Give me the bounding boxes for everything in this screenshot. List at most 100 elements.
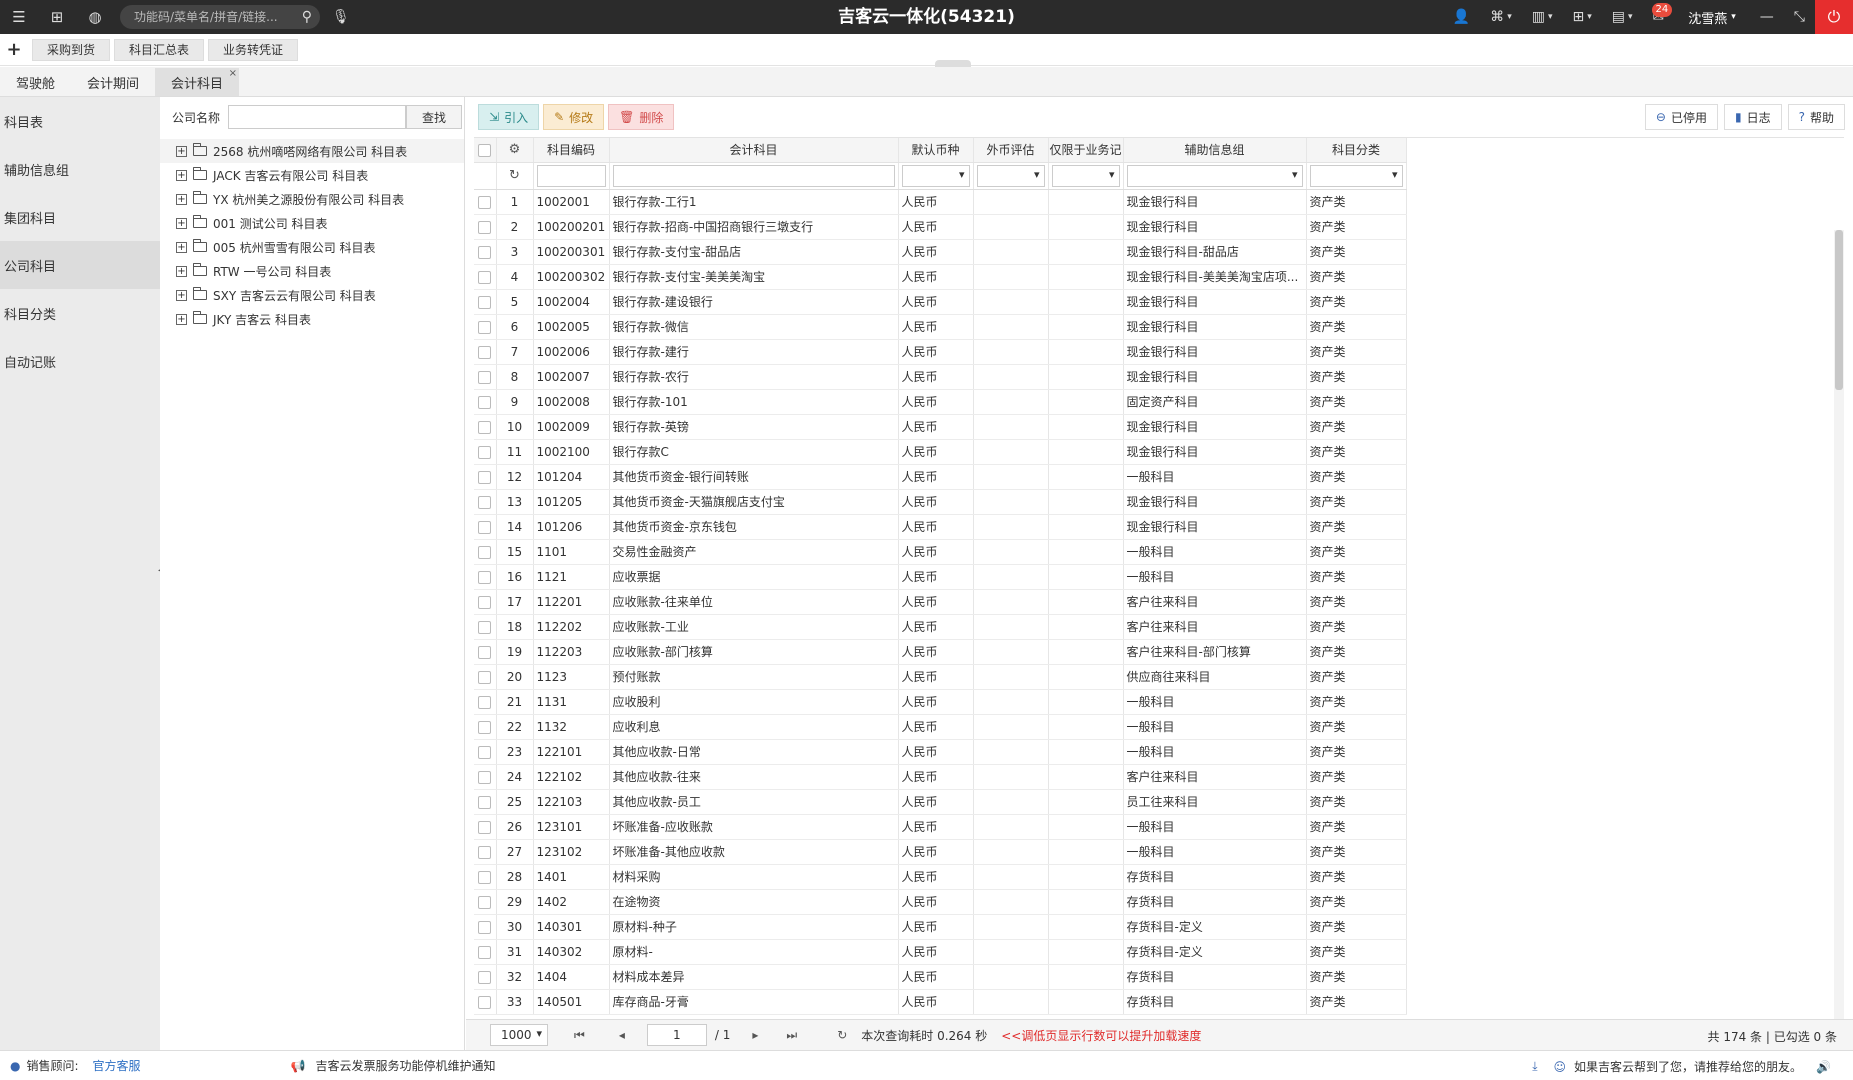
power-icon[interactable]: ⏻ (1815, 0, 1853, 34)
nav-item-company-subjects[interactable]: 公司科目 (0, 241, 160, 289)
table-row[interactable]: 14 101206 其他货币资金-京东钱包 人民币 现金银行科目 资产类 (474, 514, 1407, 540)
table-row[interactable]: 2 100200201 银行存款-招商-中国招商银行三墩支行 人民币 现金银行科目 资产类 (474, 214, 1407, 240)
row-checkbox[interactable] (478, 795, 492, 809)
row-checkbox[interactable] (478, 745, 492, 759)
row-checkbox[interactable] (478, 945, 492, 959)
tree-node[interactable]: +001 测试公司 科目表 (160, 211, 464, 235)
help-button[interactable]: ? 帮助 (1787, 104, 1845, 130)
restore-icon[interactable]: ⤡ (1784, 0, 1815, 34)
col-header-currency[interactable]: 默认币种 (898, 138, 974, 163)
table-row[interactable]: 10 1002009 银行存款-英镑 人民币 现金银行科目 资产类 (474, 414, 1407, 440)
recommend-text[interactable]: 如果吉客云帮到了您，请推荐给您的朋友。 (1574, 1058, 1802, 1075)
row-checkbox[interactable] (478, 845, 492, 859)
reload-icon[interactable]: ↻ (837, 1028, 847, 1042)
nav-item-chart-of-accounts[interactable]: 科目表 (0, 97, 160, 145)
vertical-scrollbar[interactable] (1834, 230, 1844, 1019)
nav-item-group-subjects[interactable]: 集团科目 (0, 193, 160, 241)
tree-node[interactable]: + JACK 吉客云有限公司 科目表 (160, 163, 464, 187)
table-row[interactable]: 15 1101 交易性金融资产 人民币 一般科目 资产类 (474, 539, 1407, 565)
expand-icon[interactable]: + (176, 313, 187, 325)
expand-icon[interactable]: + (176, 193, 187, 205)
row-checkbox[interactable] (478, 420, 492, 434)
disabled-filter-button[interactable]: ⊖ 已停用 (1644, 104, 1718, 130)
table-row[interactable]: 5 1002004 银行存款-建设银行 人民币 现金银行科目 资产类 (474, 289, 1407, 315)
col-header-category[interactable]: 科目分类 (1306, 138, 1407, 163)
table-row[interactable]: 27 123102 坏账准备-其他应收款 人民币 一般科目 资产类 (474, 839, 1407, 865)
mail-icon[interactable]: ✉ 24 (1643, 0, 1675, 34)
nav-item-auxiliary-groups[interactable]: 辅助信息组 (0, 145, 160, 193)
row-checkbox[interactable] (478, 570, 492, 584)
table-row[interactable]: 22 1132 应收利息 人民币 一般科目 资产类 (474, 714, 1407, 740)
filter-currency-select[interactable] (901, 164, 970, 187)
expand-icon[interactable]: + (176, 217, 187, 229)
table-row[interactable]: 9 1002008 银行存款-101 人民币 固定资产科目 资产类 (474, 389, 1407, 415)
row-checkbox[interactable] (478, 270, 492, 284)
tree-node[interactable]: +005 杭州雪雪有限公司 科目表 (160, 235, 464, 259)
row-checkbox[interactable] (478, 195, 492, 209)
company-name-input[interactable] (228, 105, 407, 129)
tab-cockpit[interactable]: 驾驶舱 (0, 68, 71, 96)
last-page-icon[interactable]: ⏭ (786, 1028, 797, 1043)
scrollbar-thumb[interactable] (1835, 230, 1843, 390)
nav-item-subject-categories[interactable]: 科目分类 (0, 289, 160, 337)
row-checkbox[interactable] (478, 970, 492, 984)
menu-icon[interactable]: ☰ (0, 0, 38, 34)
toolbox-icon[interactable]: ▤ ▾ (1602, 0, 1643, 34)
tab-accounting-period[interactable]: 会计期间 (71, 68, 155, 96)
row-checkbox[interactable] (478, 695, 492, 709)
filter-aux-select[interactable] (1126, 164, 1303, 187)
col-header-fx-eval[interactable]: 外币评估 (973, 138, 1049, 163)
row-checkbox[interactable] (478, 920, 492, 934)
tree-node[interactable]: + JKY 吉客云 科目表 (160, 307, 464, 331)
row-checkbox[interactable] (478, 995, 492, 1009)
expand-icon[interactable]: + (176, 241, 187, 253)
table-row[interactable]: 7 1002006 银行存款-建行 人民币 现金银行科目 资产类 (474, 339, 1407, 365)
table-row[interactable]: 17 112201 应收账款-往来单位 人民币 客户往来科目 资产类 (474, 589, 1407, 615)
speaker-icon[interactable]: 🔊 (1816, 1060, 1831, 1074)
table-row[interactable]: 6 1002005 银行存款-微信 人民币 现金银行科目 资产类 (474, 314, 1407, 340)
filter-code-input[interactable] (536, 164, 606, 187)
microphone-icon[interactable]: 🎙 (332, 9, 350, 25)
table-row[interactable]: 32 1404 材料成本差异 人民币 存货科目 资产类 (474, 964, 1407, 990)
table-row[interactable]: 12 101204 其他货币资金-银行间转账 人民币 一般科目 资产类 (474, 464, 1407, 490)
table-row[interactable]: 11 1002100 银行存款C 人民币 现金银行科目 资产类 (474, 439, 1407, 465)
search-icon[interactable]: ⚲ (302, 9, 312, 25)
find-button[interactable]: 查找 (406, 105, 463, 129)
filter-category-select[interactable] (1309, 164, 1403, 187)
tree-node[interactable]: + RTW 一号公司 科目表 (160, 259, 464, 283)
row-checkbox[interactable] (478, 720, 492, 734)
row-checkbox[interactable] (478, 770, 492, 784)
row-checkbox[interactable] (478, 395, 492, 409)
next-page-icon[interactable]: ▸ (752, 1028, 758, 1042)
page-number-input[interactable]: 1 (646, 1024, 707, 1046)
row-checkbox[interactable] (478, 595, 492, 609)
col-header-code[interactable]: 科目编码 (533, 138, 610, 163)
row-checkbox[interactable] (478, 620, 492, 634)
nav-item-auto-posting[interactable]: 自动记账 (0, 337, 160, 385)
column-settings[interactable]: ⚙ (496, 138, 534, 163)
expand-icon[interactable]: + (176, 265, 187, 277)
row-checkbox[interactable] (478, 895, 492, 909)
row-checkbox[interactable] (478, 370, 492, 384)
tab-accounting-subjects[interactable]: 会计科目 × (155, 68, 240, 96)
notice-text[interactable]: 吉客云发票服务功能停机维护通知 (316, 1057, 496, 1074)
row-checkbox[interactable] (478, 295, 492, 309)
table-row[interactable]: 20 1123 预付账款 人民币 供应商往来科目 资产类 (474, 664, 1407, 690)
row-checkbox[interactable] (478, 870, 492, 884)
tree-node[interactable]: + YX 杭州美之源股份有限公司 科目表 (160, 187, 464, 211)
row-checkbox[interactable] (478, 320, 492, 334)
table-row[interactable]: 4 100200302 银行存款-支付宝-美美美淘宝 人民币 现金银行科目-美美美淘宝店… (474, 264, 1407, 290)
filter-subject-input[interactable] (612, 164, 895, 187)
table-row[interactable]: 1 1002001 银行存款-工行1 人民币 现金银行科目 资产类 (474, 189, 1407, 215)
table-row[interactable]: 30 140301 原材料-种子 人民币 存货科目-定义 资产类 (474, 914, 1407, 940)
row-checkbox[interactable] (478, 645, 492, 659)
prev-page-icon[interactable]: ◂ (619, 1028, 625, 1042)
table-row[interactable]: 26 123101 坏账准备-应收账款 人民币 一般科目 资产类 (474, 814, 1407, 840)
row-checkbox[interactable] (478, 245, 492, 259)
table-row[interactable]: 28 1401 材料采购 人民币 存货科目 资产类 (474, 864, 1407, 890)
row-checkbox[interactable] (478, 495, 492, 509)
org-chart-icon[interactable]: ⌘ ▾ (1480, 0, 1522, 34)
apps-grid-icon[interactable]: ⊞ (38, 0, 76, 34)
shortcut-purchase-arrival[interactable]: 采购到货 (32, 38, 111, 61)
function-search-input[interactable] (134, 10, 302, 24)
